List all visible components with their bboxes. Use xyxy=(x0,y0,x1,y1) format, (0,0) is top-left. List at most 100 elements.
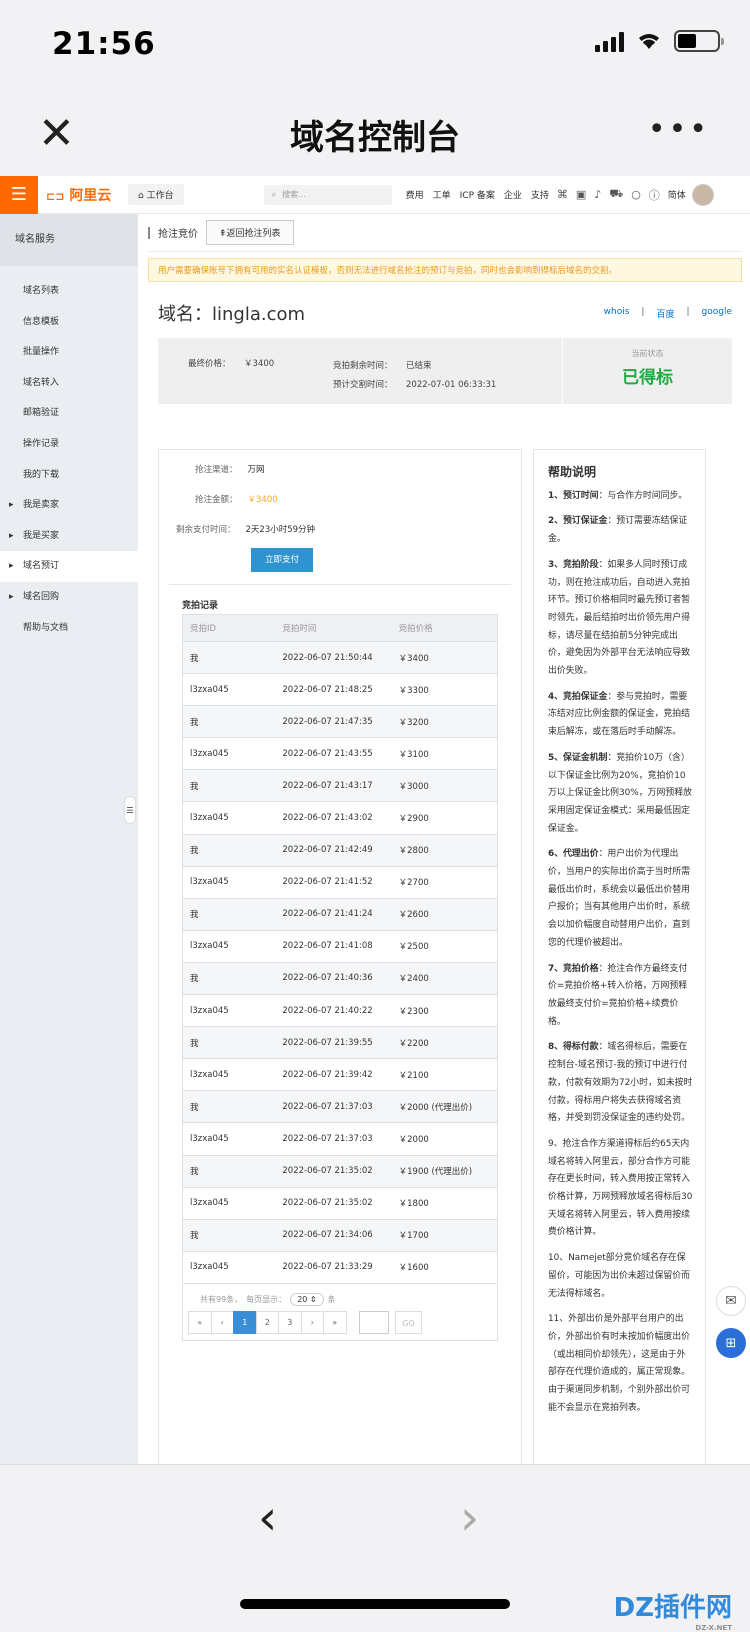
arrow-icon: ⇞ xyxy=(219,229,227,239)
status-box: 当前状态 已得标 xyxy=(562,338,732,404)
bidder-id-cell: 我 xyxy=(190,717,199,728)
status-label: 当前状态 xyxy=(631,349,664,358)
bulb-icon[interactable]: ○ xyxy=(631,188,641,201)
sidebar-item-buyback[interactable]: 域名回购 xyxy=(0,582,138,613)
final-price: 最终价格： ￥3400 xyxy=(188,359,275,369)
baidu-link[interactable]: 百度 xyxy=(656,307,674,320)
page-size-select[interactable]: 20 ⇕ xyxy=(290,1293,324,1306)
records-title: 竞拍记录 xyxy=(182,601,219,611)
pagination: 共有99条， 每页显示： 20 ⇕ 条 « ‹ 1 2 3 › » GO xyxy=(182,1285,498,1341)
bidder-id-cell: 我 xyxy=(190,653,199,664)
table-row: 我 2022-06-07 21:39:55 ￥2200 xyxy=(183,1026,497,1059)
bid-time-cell: 2022-06-07 21:33:29 xyxy=(282,1262,373,1273)
console-topbar: ☰ ⊏⊐ 阿里云 ⌂ 工作台 ⌕ 搜索... 费用 工单 ICP 备案 企业 支持… xyxy=(0,176,750,214)
whois-link[interactable]: whois xyxy=(604,307,630,320)
bid-time-cell: 2022-06-07 21:41:52 xyxy=(282,877,373,888)
bid-time-cell: 2022-06-07 21:42:49 xyxy=(282,845,373,856)
battery-icon xyxy=(674,30,724,52)
search-input[interactable]: ⌕ 搜索... xyxy=(263,184,392,205)
bell-icon[interactable]: ♪ xyxy=(594,188,601,201)
bid-price-cell: ￥2200 xyxy=(398,1038,429,1049)
hamburger-menu-icon[interactable]: ☰ xyxy=(0,176,38,214)
pay-now-button[interactable]: 立即支付 xyxy=(251,548,313,572)
bid-time-cell: 2022-06-07 21:50:44 xyxy=(282,652,373,663)
page-title: 域名控制台 xyxy=(290,118,460,158)
sidebar-item-email-verify[interactable]: 邮箱验证 xyxy=(0,398,138,429)
help-icon[interactable]: ⓘ xyxy=(649,187,660,203)
image-icon[interactable]: ▣ xyxy=(576,188,586,201)
sidebar-item-seller[interactable]: 我是卖家 xyxy=(0,490,138,521)
sidebar-item-batch[interactable]: 批量操作 xyxy=(0,337,138,368)
last-page-button[interactable]: » xyxy=(323,1311,347,1334)
avatar[interactable] xyxy=(691,183,714,206)
table-row: 我 2022-06-07 21:37:03 ￥2000 (代理出价) xyxy=(183,1090,497,1123)
bidder-id-cell: 我 xyxy=(190,910,199,921)
ticket-link[interactable]: 工单 xyxy=(433,188,451,201)
page-1-button[interactable]: 1 xyxy=(233,1311,257,1334)
back-arrow-icon[interactable]: ‹ xyxy=(258,1490,277,1546)
sidebar-item-help-docs[interactable]: 帮助与文档 xyxy=(0,613,138,644)
table-row: 我 2022-06-07 21:35:02 ￥1900 (代理出价) xyxy=(183,1154,497,1187)
bid-price-cell: ￥3300 xyxy=(398,685,429,696)
sidebar-item-domain-list[interactable]: 域名列表 xyxy=(0,276,138,307)
aliyun-logo[interactable]: ⊏⊐ 阿里云 xyxy=(46,185,118,205)
table-row: 我 2022-06-07 21:43:17 ￥3000 xyxy=(183,769,497,802)
sidebar-item-buyer[interactable]: 我是买家 xyxy=(0,521,138,552)
sidebar-item-reservation[interactable]: 域名预订 xyxy=(0,551,138,582)
grid-icon[interactable]: ⊞ xyxy=(716,1328,746,1358)
page-3-button[interactable]: 3 xyxy=(278,1311,302,1334)
back-to-list-button[interactable]: ⇞返回抢注列表 xyxy=(206,220,294,245)
bid-time-cell: 2022-06-07 21:41:08 xyxy=(282,941,373,952)
help-item: 3、竞拍阶段：如果多人同时预订成功，则在抢注成功后，自动进入竞拍环节。预订价格相… xyxy=(548,559,690,677)
bid-price-cell: ￥2700 xyxy=(398,878,429,889)
breadcrumb: 抢注竞价 ⇞返回抢注列表 xyxy=(148,214,742,252)
chat-icon[interactable]: ✉ xyxy=(716,1286,746,1316)
bid-time-cell: 2022-06-07 21:48:25 xyxy=(282,684,373,695)
first-page-button[interactable]: « xyxy=(188,1311,212,1334)
nav-bar: ✕ 域名控制台 ••• xyxy=(0,90,750,176)
domain-header: 域名：lingla.com whois | 百度 | google xyxy=(148,296,742,330)
domain-name: 域名：lingla.com xyxy=(158,304,306,325)
webview: ☰ ⊏⊐ 阿里云 ⌂ 工作台 ⌕ 搜索... 费用 工单 ICP 备案 企业 支持… xyxy=(0,176,750,1464)
bid-price-cell: ￥1900 (代理出价) xyxy=(398,1167,473,1178)
sidebar-item-transfer-in[interactable]: 域名转入 xyxy=(0,368,138,399)
icp-link[interactable]: ICP 备案 xyxy=(460,188,495,201)
settle-value: 2022-07-01 06:33:31 xyxy=(406,380,497,390)
bid-price-cell: ￥3000 xyxy=(398,781,429,792)
more-icon[interactable]: ••• xyxy=(648,112,710,147)
go-button[interactable]: GO xyxy=(395,1311,422,1334)
enterprise-link[interactable]: 企业 xyxy=(504,188,522,201)
bid-price-cell: ￥2500 xyxy=(398,942,429,953)
prev-page-button[interactable]: ‹ xyxy=(210,1311,234,1334)
support-link[interactable]: 支持 xyxy=(531,188,549,201)
bidder-id-cell: l3zxa045 xyxy=(190,1133,229,1144)
bid-price-cell: ￥3100 xyxy=(398,749,429,760)
bid-time-cell: 2022-06-07 21:39:55 xyxy=(282,1037,373,1048)
sidebar-collapse-handle[interactable]: ☰ xyxy=(124,796,136,824)
sidebar-item-operation-log[interactable]: 操作记录 xyxy=(0,429,138,460)
fee-link[interactable]: 费用 xyxy=(406,188,424,201)
google-link[interactable]: google xyxy=(702,307,732,320)
cart-icon[interactable]: ⛟ xyxy=(609,187,623,202)
status-bar: 21:56 xyxy=(0,0,750,90)
workbench-link[interactable]: ⌂ 工作台 xyxy=(128,184,184,205)
auction-summary: 最终价格： ￥3400 竞拍剩余时间： 预计交割时间： 已结束 2022-07-… xyxy=(158,338,732,404)
help-panel: 帮助说明 1、预订时间：与合作方时间同步。 2、预订保证金：预订需要冻结保证金。 3… xyxy=(533,449,706,1464)
home-indicator xyxy=(240,1599,510,1609)
bid-time-cell: 2022-06-07 21:35:02 xyxy=(282,1198,373,1209)
bid-price-cell: ￥3200 xyxy=(398,717,429,728)
language-switch[interactable]: 简体 xyxy=(668,188,686,201)
forward-arrow-icon[interactable]: › xyxy=(460,1490,479,1546)
bid-price-cell: ￥2600 xyxy=(398,910,429,921)
next-page-button[interactable]: › xyxy=(300,1311,324,1334)
table-row: 我 2022-06-07 21:40:36 ￥2400 xyxy=(183,961,497,995)
bidder-id-cell: 我 xyxy=(190,781,199,792)
table-row: 我 2022-06-07 21:41:24 ￥2600 xyxy=(183,897,497,930)
page-2-button[interactable]: 2 xyxy=(255,1311,279,1334)
sidebar-item-templates[interactable]: 信息模板 xyxy=(0,307,138,338)
bidder-id-cell: l3zxa045 xyxy=(190,1069,229,1080)
sidebar-item-downloads[interactable]: 我的下载 xyxy=(0,460,138,491)
terminal-icon[interactable]: ⌘ xyxy=(557,188,568,201)
page-jump-input[interactable] xyxy=(359,1311,389,1334)
table-row: l3zxa045 2022-06-07 21:33:29 ￥1600 xyxy=(183,1250,497,1283)
